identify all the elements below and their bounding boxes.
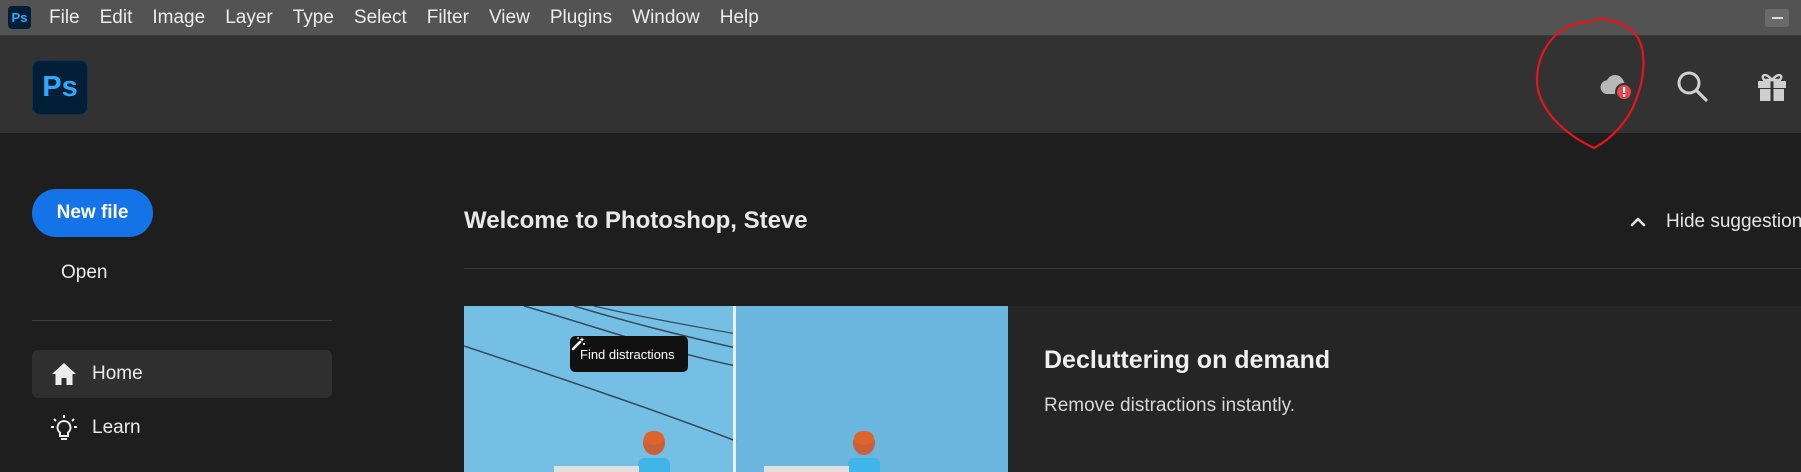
home-icon: [49, 359, 79, 389]
hide-suggestions-button[interactable]: Hide suggestion: [1628, 211, 1801, 233]
card-info-panel: [1008, 306, 1801, 472]
cloud-alert-icon[interactable]: [1596, 66, 1636, 106]
find-distractions-label: Find distractions: [580, 346, 675, 362]
minimize-button[interactable]: [1765, 9, 1789, 27]
menu-type[interactable]: Type: [293, 7, 334, 29]
sidebar-item-learn[interactable]: Learn: [32, 404, 332, 452]
menu-file[interactable]: File: [49, 7, 80, 29]
gift-icon[interactable]: [1752, 66, 1792, 106]
card-preview-image[interactable]: Find distractions: [464, 306, 1008, 472]
menu-filter[interactable]: Filter: [427, 7, 469, 29]
open-button[interactable]: Open: [61, 262, 107, 284]
sidebar-item-home[interactable]: Home: [32, 350, 332, 398]
new-file-button[interactable]: New file: [32, 189, 153, 237]
app-header: Ps: [0, 36, 1801, 133]
main-divider: [464, 268, 1801, 269]
sidebar-item-label: Learn: [92, 417, 141, 438]
welcome-title: Welcome to Photoshop, Steve: [464, 207, 808, 234]
menubar: Ps File Edit Image Layer Type Select Fil…: [0, 0, 1801, 36]
card-subtitle: Remove distractions instantly.: [1044, 395, 1295, 416]
sidebar-item-label: Home: [92, 363, 143, 384]
menu-plugins[interactable]: Plugins: [550, 7, 612, 29]
menu-help[interactable]: Help: [720, 7, 759, 29]
menu-view[interactable]: View: [489, 7, 530, 29]
menu-edit[interactable]: Edit: [100, 7, 133, 29]
card-title: Decluttering on demand: [1044, 346, 1331, 374]
menu-select[interactable]: Select: [354, 7, 407, 29]
lightbulb-icon: [49, 413, 79, 443]
menu-layer[interactable]: Layer: [225, 7, 273, 29]
nav-divider: [32, 320, 332, 321]
photoshop-app-icon[interactable]: Ps: [8, 6, 31, 29]
chevron-up-icon: [1630, 217, 1646, 227]
find-distractions-button[interactable]: Find distractions: [570, 336, 688, 372]
before-after-photo: [464, 306, 1008, 472]
menu-image[interactable]: Image: [152, 7, 205, 29]
magic-wand-icon: [571, 337, 585, 351]
search-icon[interactable]: [1672, 66, 1712, 106]
hide-suggestions-label: Hide suggestion: [1666, 211, 1801, 232]
menu-window[interactable]: Window: [632, 7, 700, 29]
photoshop-logo[interactable]: Ps: [32, 60, 88, 115]
